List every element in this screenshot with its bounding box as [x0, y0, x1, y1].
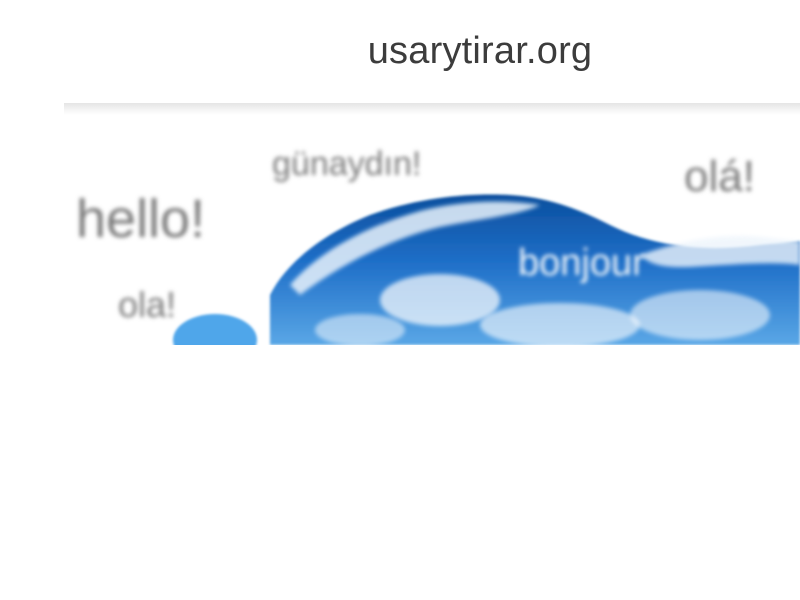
page-body	[0, 345, 800, 600]
address-bar[interactable]: usarytirar.org	[0, 0, 800, 104]
greeting-ola-left: ola!	[118, 284, 176, 325]
greeting-hello: hello!	[76, 189, 205, 249]
hero-banner: günaydın! olá! hello! bonjour ola!	[0, 115, 800, 345]
wave-crest-right	[640, 235, 800, 268]
hero-banner-graphic: günaydın! olá! hello! bonjour ola!	[76, 145, 800, 345]
greeting-ola-top: olá!	[684, 152, 755, 201]
wave-small-blob	[173, 314, 257, 345]
cloud-3	[630, 290, 770, 340]
greeting-gunaydin: günaydın!	[272, 145, 421, 183]
url-text[interactable]: usarytirar.org	[0, 30, 800, 73]
cloud-1	[380, 274, 500, 326]
cloud-4	[315, 314, 405, 345]
cloud-2	[480, 303, 640, 345]
browser-page: usarytirar.org günaydın! olá! hello! bon…	[0, 0, 800, 600]
greeting-bonjour: bonjour	[518, 242, 645, 284]
address-bar-shadow	[64, 103, 800, 115]
